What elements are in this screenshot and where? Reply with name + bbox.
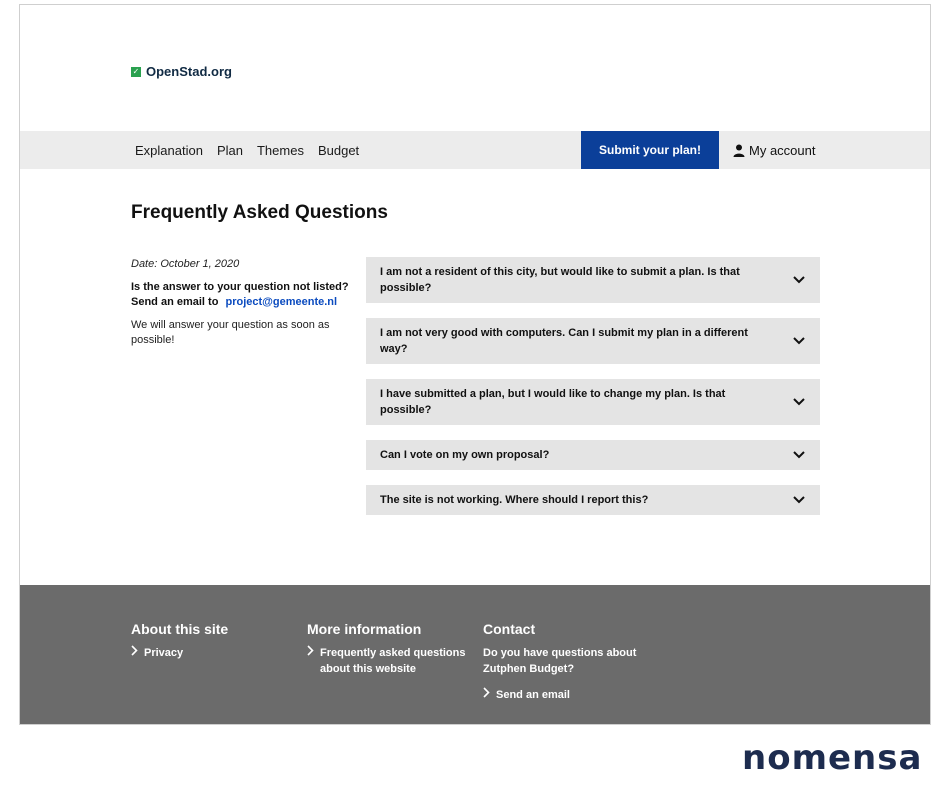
faq-question: I am not very good with computers. Can I… — [380, 327, 748, 355]
submit-plan-button[interactable]: Submit your plan! — [581, 131, 719, 169]
chevron-right-icon — [483, 687, 490, 698]
email-link[interactable]: project@gemeente.nl — [225, 296, 337, 308]
email-line: Send an email to project@gemeente.nl — [131, 295, 359, 310]
my-account-link[interactable]: My account — [733, 131, 815, 169]
nomensa-logo: nomensa — [742, 738, 923, 778]
page-title: Frequently Asked Questions — [131, 202, 388, 223]
not-listed-question: Is the answer to your question not liste… — [131, 281, 349, 293]
footer-send-email-label: Send an email — [496, 689, 570, 701]
my-account-label: My account — [749, 142, 816, 158]
site-footer: About this site Privacy More information… — [20, 585, 930, 724]
faq-item[interactable]: I am not very good with computers. Can I… — [366, 318, 820, 364]
main-navigation: Explanation Plan Themes Budget Submit yo… — [20, 131, 930, 169]
footer-contact-heading: Contact — [483, 621, 536, 637]
faq-question: I have submitted a plan, but I would lik… — [380, 388, 726, 416]
faq-item[interactable]: I have submitted a plan, but I would lik… — [366, 379, 820, 425]
footer-privacy-link[interactable]: Privacy — [131, 645, 291, 661]
footer-faq-link[interactable]: Frequently asked questions about this we… — [307, 645, 472, 677]
footer-more-heading: More information — [307, 621, 422, 637]
footer-more-info: More information Frequently asked questi… — [307, 621, 472, 677]
footer-about-heading: About this site — [131, 621, 229, 637]
chevron-right-icon — [307, 645, 314, 656]
chevron-down-icon — [793, 337, 805, 345]
faq-sidebar: Date: October 1, 2020 Is the answer to y… — [131, 258, 359, 348]
nav-link-budget[interactable]: Budget — [318, 143, 359, 158]
answer-note: We will answer your question as soon as … — [131, 319, 330, 346]
footer-contact-text: Do you have questions about Zutphen Budg… — [483, 647, 637, 675]
chevron-right-icon — [131, 645, 138, 656]
chevron-down-icon — [793, 496, 805, 504]
chevron-down-icon — [793, 451, 805, 459]
chevron-down-icon — [793, 398, 805, 406]
email-prefix: Send an email to — [131, 296, 219, 308]
faq-question: Can I vote on my own proposal? — [380, 449, 550, 461]
footer-faq-label: Frequently asked questions about this we… — [320, 647, 466, 675]
faq-item[interactable]: Can I vote on my own proposal? — [366, 440, 820, 470]
chevron-down-icon — [793, 276, 805, 284]
nav-link-explanation[interactable]: Explanation — [135, 143, 203, 158]
nav-links: Explanation Plan Themes Budget — [135, 131, 359, 169]
footer-send-email-link[interactable]: Send an email — [483, 687, 653, 703]
faq-item[interactable]: I am not a resident of this city, but wo… — [366, 257, 820, 303]
browser-page: ✓ OpenStad.org Explanation Plan Themes B… — [19, 4, 931, 725]
nav-link-plan[interactable]: Plan — [217, 143, 243, 158]
user-icon — [733, 144, 745, 157]
publish-date: Date: October 1, 2020 — [131, 258, 240, 270]
site-logo[interactable]: ✓ OpenStad.org — [131, 64, 232, 79]
check-icon: ✓ — [131, 66, 141, 77]
faq-item[interactable]: The site is not working. Where should I … — [366, 485, 820, 515]
footer-about: About this site Privacy — [131, 621, 291, 661]
faq-question: The site is not working. Where should I … — [380, 494, 649, 506]
nav-link-themes[interactable]: Themes — [257, 143, 304, 158]
faq-question: I am not a resident of this city, but wo… — [380, 266, 740, 294]
faq-accordion: I am not a resident of this city, but wo… — [366, 257, 820, 530]
site-name: OpenStad.org — [146, 64, 232, 79]
footer-privacy-label: Privacy — [144, 647, 184, 659]
footer-contact: Contact Do you have questions about Zutp… — [483, 621, 653, 703]
